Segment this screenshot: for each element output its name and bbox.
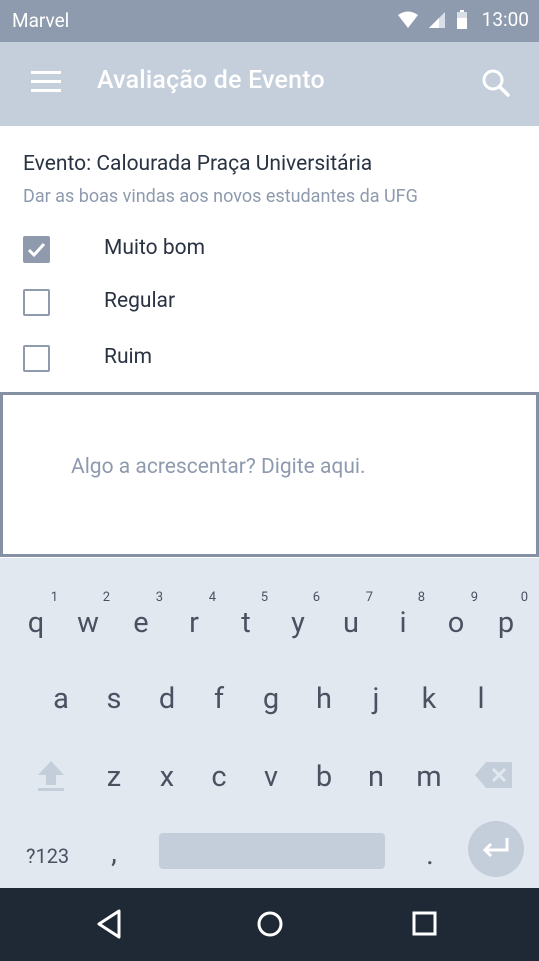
option-label: Muito bom: [104, 236, 206, 260]
key-z[interactable]: z: [92, 760, 136, 794]
battery-icon: [456, 9, 467, 29]
back-icon[interactable]: [95, 908, 123, 940]
key-c[interactable]: c: [197, 760, 241, 794]
key-period[interactable]: .: [408, 838, 452, 872]
key-j[interactable]: j: [354, 682, 398, 716]
checkbox-checked[interactable]: [23, 236, 50, 263]
key-k[interactable]: k: [407, 682, 451, 716]
symbols-key[interactable]: ?123: [26, 844, 69, 868]
key-x[interactable]: x: [145, 760, 189, 794]
checkmark-icon: [27, 242, 46, 258]
status-bar: Marvel 13:00: [0, 0, 539, 42]
key-comma[interactable]: ,: [92, 836, 136, 870]
key-p[interactable]: 0p: [484, 590, 528, 640]
event-subtitle: Dar as boas vindas aos novos estudantes …: [23, 186, 418, 207]
key-y[interactable]: 6y: [276, 590, 320, 640]
key-b[interactable]: b: [302, 760, 346, 794]
enter-icon: [482, 838, 509, 858]
option-label: Regular: [104, 289, 176, 313]
option-regular[interactable]: Regular: [23, 287, 503, 319]
enter-key[interactable]: [468, 821, 524, 877]
key-a[interactable]: a: [39, 682, 83, 716]
key-e[interactable]: 3e: [119, 590, 163, 640]
checkbox[interactable]: [23, 289, 50, 316]
app-bar: Avaliação de Evento: [0, 42, 539, 126]
page-title: Avaliação de Evento: [97, 66, 325, 95]
option-label: Ruim: [104, 345, 153, 369]
key-n[interactable]: n: [354, 760, 398, 794]
key-h[interactable]: h: [302, 682, 346, 716]
key-r[interactable]: 4r: [172, 590, 216, 640]
key-u[interactable]: 7u: [329, 590, 373, 640]
key-s[interactable]: s: [92, 682, 136, 716]
shift-icon[interactable]: [36, 758, 66, 792]
event-title: Evento: Calourada Praça Universitária: [23, 152, 373, 176]
key-l[interactable]: l: [459, 682, 503, 716]
clock: 13:00: [481, 8, 529, 31]
menu-icon[interactable]: [31, 71, 63, 95]
key-i[interactable]: 8i: [381, 590, 425, 640]
wifi-icon: [397, 11, 418, 28]
carrier-name: Marvel: [12, 9, 70, 32]
status-icons: 13:00: [397, 8, 529, 31]
key-w[interactable]: 2w: [66, 590, 110, 640]
key-g[interactable]: g: [249, 682, 293, 716]
space-key[interactable]: [159, 833, 385, 869]
key-m[interactable]: m: [407, 760, 451, 794]
recents-icon[interactable]: [412, 911, 438, 937]
comment-field[interactable]: Algo a acrescentar? Digite aqui.: [0, 392, 539, 557]
key-v[interactable]: v: [249, 760, 293, 794]
search-icon[interactable]: [481, 68, 511, 98]
key-t[interactable]: 5t: [224, 590, 268, 640]
navigation-bar: [0, 888, 539, 961]
key-f[interactable]: f: [197, 682, 241, 716]
option-muito-bom[interactable]: Muito bom: [23, 234, 503, 266]
checkbox[interactable]: [23, 345, 50, 372]
key-d[interactable]: d: [145, 682, 189, 716]
backspace-icon[interactable]: [474, 760, 514, 790]
key-q[interactable]: 1q: [14, 590, 58, 640]
option-ruim[interactable]: Ruim: [23, 343, 503, 375]
home-icon[interactable]: [256, 910, 284, 938]
soft-keyboard: 1q 2w 3e 4r 5t 6y 7u 8i 9o 0p a s d f g …: [0, 558, 539, 888]
key-o[interactable]: 9o: [434, 590, 478, 640]
signal-icon: [428, 11, 445, 28]
comment-placeholder: Algo a acrescentar? Digite aqui.: [71, 455, 366, 479]
